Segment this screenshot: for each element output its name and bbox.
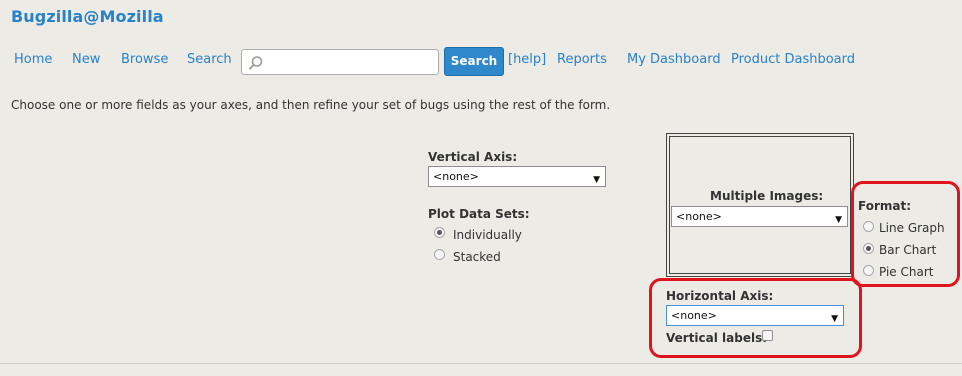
- triangle-down-icon: ▼: [593, 175, 600, 185]
- footer-divider: [0, 363, 962, 364]
- vertical-axis-label: Vertical Axis:: [428, 150, 518, 164]
- multiple-images-value: <none>: [676, 210, 722, 223]
- nav-my-dashboard-link[interactable]: My Dashboard: [627, 52, 721, 67]
- search-button[interactable]: Search: [444, 47, 504, 76]
- multiple-images-inner-frame: [669, 136, 851, 274]
- individually-radio[interactable]: [434, 227, 445, 238]
- nav-new-link[interactable]: New: [72, 52, 100, 67]
- intro-text: Choose one or more fields as your axes, …: [11, 98, 611, 112]
- nav-product-dashboard-link[interactable]: Product Dashboard: [731, 52, 855, 67]
- horizontal-axis-highlight: [649, 278, 862, 358]
- multiple-images-label: Multiple Images:: [710, 189, 824, 203]
- vertical-axis-value: <none>: [433, 170, 479, 183]
- magnifier-icon: [248, 56, 263, 70]
- plot-data-sets-label: Plot Data Sets:: [428, 207, 530, 221]
- nav-search-link[interactable]: Search: [187, 52, 232, 67]
- multiple-images-select[interactable]: <none> ▼: [671, 206, 848, 227]
- site-brand[interactable]: Bugzilla@Mozilla: [11, 7, 164, 26]
- quick-search-input[interactable]: [241, 49, 439, 75]
- triangle-down-icon: ▼: [835, 215, 842, 225]
- help-link[interactable]: [help]: [508, 52, 546, 67]
- nav-home-link[interactable]: Home: [14, 52, 52, 67]
- format-highlight: [851, 181, 960, 287]
- individually-label: Individually: [453, 228, 522, 242]
- nav-browse-link[interactable]: Browse: [121, 52, 168, 67]
- vertical-axis-select[interactable]: <none> ▼: [428, 166, 606, 187]
- stacked-radio[interactable]: [434, 249, 445, 260]
- nav-reports-link[interactable]: Reports: [557, 52, 607, 67]
- stacked-label: Stacked: [453, 250, 501, 264]
